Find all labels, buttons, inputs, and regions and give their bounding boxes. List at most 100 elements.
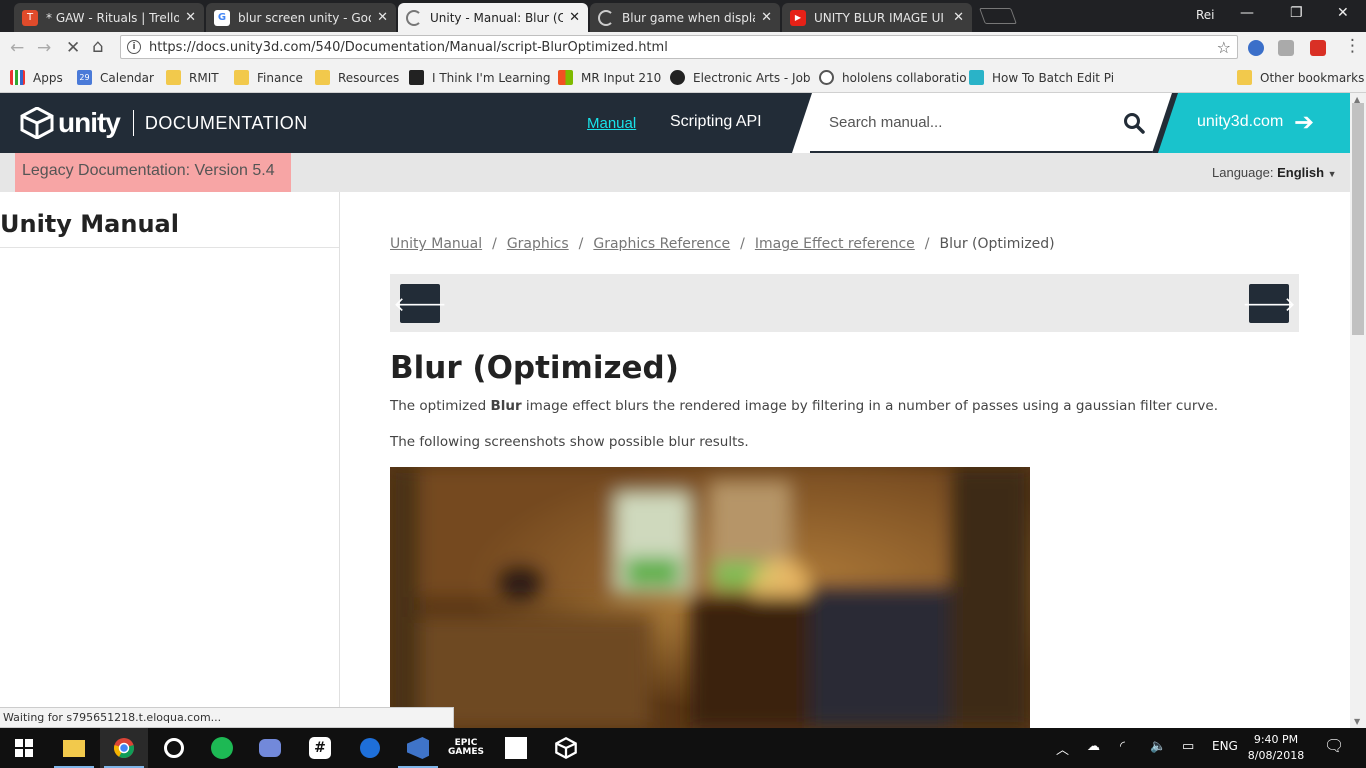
folder-icon: [166, 70, 181, 85]
new-tab-button[interactable]: [979, 8, 1017, 24]
folder-icon: [315, 70, 330, 85]
tab-blur-game[interactable]: Blur game when displayin ✕: [590, 3, 780, 32]
taskbar-app-ring[interactable]: [150, 728, 198, 768]
home-icon[interactable]: ⌂: [92, 36, 103, 57]
taskbar-chrome[interactable]: [100, 728, 148, 768]
breadcrumb-image-effect-reference[interactable]: Image Effect reference: [755, 236, 915, 252]
taskbar-spotify[interactable]: [198, 728, 246, 768]
tab-title: Blur game when displayin: [622, 10, 755, 25]
taskbar-file-explorer[interactable]: [50, 728, 98, 768]
bookmark-calendar[interactable]: 29 Calendar: [77, 70, 154, 85]
breadcrumb-current: Blur (Optimized): [939, 236, 1055, 252]
chevron-up-icon[interactable]: ︿: [1056, 739, 1069, 758]
search-icon[interactable]: [1123, 112, 1145, 134]
bookmark-resources[interactable]: Resources: [315, 70, 399, 85]
back-icon[interactable]: ←: [10, 38, 24, 58]
bookmark-other[interactable]: Other bookmarks: [1237, 70, 1364, 85]
minimize-icon[interactable]: —: [1240, 5, 1254, 21]
close-icon[interactable]: ✕: [377, 10, 388, 25]
stop-icon[interactable]: ✕: [66, 38, 80, 58]
menu-kebab-icon[interactable]: ⋮: [1344, 36, 1361, 56]
volume-icon[interactable]: 🔈: [1150, 739, 1166, 754]
system-clock[interactable]: 9:40 PM 8/08/2018: [1246, 732, 1306, 764]
page-scrollbar[interactable]: ▲ ▼: [1350, 93, 1366, 728]
next-page-button[interactable]: 🡒: [1242, 284, 1296, 323]
clock-date: 8/08/2018: [1247, 749, 1305, 762]
profile-name[interactable]: Rei: [1196, 8, 1215, 22]
search-input[interactable]: Search manual...: [829, 114, 942, 131]
windows-taskbar: # EPIC GAMES ︿ ☁ ◜ 🔈 ▭ ENG 9:40 PM 8/08/2…: [0, 728, 1366, 768]
chrome-icon: [114, 738, 134, 759]
scroll-thumb[interactable]: [1352, 103, 1364, 335]
extension-red-icon[interactable]: [1310, 40, 1326, 56]
forward-icon[interactable]: →: [37, 38, 51, 58]
sidebar-title[interactable]: Unity Manual: [0, 210, 179, 238]
bookmark-ea[interactable]: Electronic Arts - Job: [670, 70, 811, 85]
close-icon[interactable]: ✕: [185, 10, 196, 25]
bookmark-learning[interactable]: I Think I'm Learning: [409, 70, 550, 85]
folder-icon: [1237, 70, 1252, 85]
map-pin-icon: [360, 738, 380, 758]
tab-google-search[interactable]: G blur screen unity - Google ✕: [206, 3, 396, 32]
taskbar-slack[interactable]: #: [296, 728, 344, 768]
wifi-icon[interactable]: ◜: [1120, 739, 1125, 754]
unity-cube-icon: [20, 107, 54, 139]
bookmark-star-icon[interactable]: ☆: [1217, 38, 1231, 57]
nav-manual-link[interactable]: Manual: [587, 115, 636, 132]
onedrive-icon[interactable]: ☁: [1087, 739, 1100, 754]
bookmark-hololens[interactable]: hololens collaboratio: [819, 70, 967, 85]
bookmark-label: hololens collaboratio: [842, 70, 967, 85]
logo-word: unity: [58, 107, 121, 138]
language-selector[interactable]: Language: English ▼: [1212, 165, 1337, 180]
taskbar-discord[interactable]: [246, 728, 294, 768]
bookmark-label: Apps: [33, 70, 63, 85]
nav-scripting-api-link[interactable]: Scripting API: [670, 113, 762, 131]
bookmark-label: Electronic Arts - Job: [693, 70, 811, 85]
previous-page-button[interactable]: 🡐: [393, 284, 447, 323]
taskbar-unity[interactable]: [542, 728, 590, 768]
tab-trello[interactable]: T * GAW - Rituals | Trello ✕: [14, 3, 204, 32]
bookmark-batch-edit[interactable]: How To Batch Edit Pi: [969, 70, 1114, 85]
bookmark-label: Calendar: [100, 70, 154, 85]
tab-title: blur screen unity - Google: [238, 10, 371, 25]
search-manual-box[interactable]: Search manual...: [792, 93, 1172, 153]
close-icon[interactable]: ✕: [761, 10, 772, 25]
breadcrumb-separator: /: [740, 236, 745, 252]
taskbar-maps[interactable]: [346, 728, 394, 768]
close-icon[interactable]: ✕: [569, 10, 580, 25]
scroll-down-icon[interactable]: ▼: [1354, 717, 1360, 726]
info-icon[interactable]: i: [127, 40, 141, 54]
tab-unity-manual[interactable]: Unity - Manual: Blur (Opt ✕: [398, 3, 588, 32]
extension-mail-icon[interactable]: [1278, 40, 1294, 56]
close-window-icon[interactable]: ✕: [1337, 5, 1349, 21]
extension-globe-icon[interactable]: [1248, 40, 1264, 56]
taskbar-epic-games[interactable]: EPIC GAMES: [442, 728, 490, 768]
tab-title: Unity - Manual: Blur (Opt: [430, 10, 564, 25]
breadcrumb-graphics[interactable]: Graphics: [507, 236, 569, 252]
start-button[interactable]: [0, 728, 48, 768]
breadcrumb-separator: /: [492, 236, 497, 252]
notifications-icon[interactable]: 🗨: [1324, 736, 1344, 755]
maximize-icon[interactable]: ❐: [1290, 5, 1303, 21]
bookmark-rmit[interactable]: RMIT: [166, 70, 219, 85]
close-icon[interactable]: ✕: [953, 10, 964, 25]
slack-icon: #: [309, 737, 331, 759]
bookmark-mr-input[interactable]: MR Input 210: [558, 70, 661, 85]
breadcrumb-graphics-reference[interactable]: Graphics Reference: [593, 236, 730, 252]
address-bar[interactable]: i https://docs.unity3d.com/540/Documenta…: [120, 35, 1238, 59]
sidebar: Unity Manual: [0, 192, 340, 728]
breadcrumb-unity-manual[interactable]: Unity Manual: [390, 236, 482, 252]
breadcrumb-separator: /: [924, 236, 930, 252]
battery-icon[interactable]: ▭: [1182, 739, 1194, 754]
taskbar-unity-hub[interactable]: [492, 728, 540, 768]
subheader: Legacy Documentation: Version 5.4 Langua…: [0, 153, 1350, 192]
input-language[interactable]: ENG: [1212, 739, 1238, 753]
bookmark-apps[interactable]: Apps: [10, 70, 63, 85]
bookmark-finance[interactable]: Finance: [234, 70, 303, 85]
unity3d-link[interactable]: unity3d.com ➔: [1158, 93, 1350, 153]
microsoft-icon: [558, 70, 573, 85]
taskbar-visual-studio[interactable]: [394, 728, 442, 768]
tab-youtube[interactable]: ▶ UNITY BLUR IMAGE UI ✕: [782, 3, 972, 32]
unity-logo[interactable]: unity DOCUMENTATION: [20, 107, 308, 139]
bookmark-icon: [409, 70, 424, 85]
